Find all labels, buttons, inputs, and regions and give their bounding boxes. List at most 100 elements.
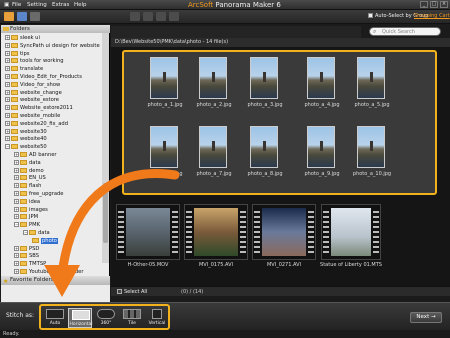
folders-header: Folders (1, 25, 110, 33)
folder-item[interactable]: + Video_for_show (5, 81, 60, 89)
expand-toggle-icon[interactable]: + (5, 120, 10, 126)
folder-item[interactable]: + website_estore (5, 96, 59, 104)
video-thumbnail[interactable] (321, 204, 381, 260)
expand-toggle-icon[interactable]: + (5, 105, 10, 111)
folder-item-label: translate (20, 66, 44, 73)
rotate-left-icon[interactable] (130, 12, 140, 21)
folder-item[interactable]: − website50 (5, 143, 47, 151)
next-button[interactable]: Next → (410, 312, 442, 323)
open-folder-icon[interactable] (17, 12, 27, 21)
expand-toggle-icon[interactable]: + (14, 206, 19, 212)
menu-file[interactable]: File (12, 2, 21, 8)
expand-toggle-icon[interactable]: + (5, 89, 10, 95)
vertical-mode-icon (152, 309, 162, 319)
add-photo-icon[interactable] (4, 12, 14, 21)
stitch-360-button[interactable]: 360° (94, 308, 118, 328)
stitch-tile-button[interactable]: Tile (120, 308, 144, 328)
expand-toggle-icon[interactable]: + (14, 245, 19, 251)
folder-item[interactable]: + Video_Edit_for_Products (5, 73, 82, 81)
expand-toggle-icon[interactable]: + (5, 136, 10, 142)
folder-item[interactable]: + AD banner (14, 151, 57, 159)
search-input[interactable]: ⌕ Quick Search (369, 27, 441, 36)
folder-item[interactable]: + tips (5, 50, 29, 58)
close-button[interactable]: × (440, 1, 448, 8)
stitch-horizontal-button[interactable]: Horizontal (68, 308, 92, 328)
expand-toggle-icon[interactable]: + (14, 159, 19, 165)
photo-thumbnail[interactable] (307, 57, 335, 99)
expand-toggle-icon[interactable]: − (23, 230, 28, 235)
folder-icon (11, 35, 18, 40)
expand-toggle-icon[interactable]: + (14, 191, 19, 196)
expand-toggle-icon[interactable]: + (14, 152, 19, 157)
app-title-text: Panorama Maker 6 (215, 1, 281, 9)
folder-item[interactable]: + SyncPath ui design for website (5, 42, 100, 50)
photo-thumbnail[interactable] (307, 126, 335, 168)
folder-icon (11, 120, 18, 126)
photo-thumbnail[interactable] (150, 57, 178, 99)
delete-icon[interactable] (156, 12, 166, 21)
folder-icon (11, 42, 18, 48)
folder-item[interactable]: + website30 (5, 128, 47, 136)
photo-preview (263, 72, 266, 82)
photo-thumbnail[interactable] (150, 126, 178, 168)
rotate-right-icon[interactable] (143, 12, 153, 21)
expand-toggle-icon[interactable]: + (14, 175, 19, 181)
toolbar: Auto-Select by Group Shopping Cart (0, 10, 450, 24)
video-preview (331, 208, 371, 256)
edit-icon[interactable] (169, 12, 179, 21)
expand-toggle-icon[interactable]: + (14, 198, 19, 204)
photo-preview (370, 141, 373, 151)
photo-thumbnail[interactable] (250, 126, 278, 168)
stitch-auto-button[interactable]: Auto (43, 308, 67, 328)
shopping-cart-link[interactable]: Shopping Cart (414, 13, 450, 19)
expand-toggle-icon[interactable]: + (5, 50, 10, 56)
save-icon[interactable] (30, 12, 40, 21)
maximize-button[interactable]: □ (430, 1, 438, 8)
photo-thumbnail[interactable] (357, 57, 385, 99)
menu-help[interactable]: Help (74, 2, 87, 8)
folder-item[interactable]: + sleek ui (5, 34, 40, 42)
menu-extras[interactable]: Extras (52, 2, 69, 8)
expand-toggle-icon[interactable]: + (5, 97, 10, 103)
expand-toggle-icon[interactable]: + (14, 269, 19, 274)
expand-toggle-icon[interactable]: + (14, 261, 19, 267)
video-thumbnail[interactable] (184, 204, 248, 260)
photo-thumbnail[interactable] (199, 57, 227, 99)
video-thumbnail[interactable] (252, 204, 316, 260)
expand-toggle-icon[interactable]: + (5, 58, 10, 64)
menu-setting[interactable]: Setting (27, 2, 47, 8)
expand-toggle-icon[interactable]: + (5, 42, 10, 48)
photo-preview (212, 141, 215, 151)
film-strip-icon (308, 208, 314, 256)
photo-filename: photo_a_7.jpg (196, 171, 232, 177)
folder-item[interactable]: + website20_fix_add (5, 120, 68, 128)
expand-toggle-icon[interactable]: + (14, 183, 19, 189)
photo-thumbnail[interactable] (250, 57, 278, 99)
photo-thumbnail[interactable] (199, 126, 227, 168)
expand-toggle-icon[interactable]: − (14, 222, 19, 228)
expand-toggle-icon[interactable]: + (14, 167, 19, 173)
expand-toggle-icon[interactable]: − (5, 144, 10, 150)
expand-toggle-icon[interactable]: + (5, 35, 10, 40)
expand-toggle-icon[interactable]: + (5, 81, 10, 87)
film-strip-icon (240, 208, 246, 256)
expand-toggle-icon[interactable]: + (5, 74, 10, 79)
stitch-vertical-button[interactable]: Vertical (145, 308, 169, 328)
expand-toggle-icon[interactable]: + (5, 113, 10, 118)
minimize-button[interactable]: _ (420, 1, 428, 8)
folder-item[interactable]: + website40 (5, 135, 47, 143)
folder-item[interactable]: + tools for working (5, 57, 64, 65)
video-filename: MVI_0271.AVI (266, 262, 302, 268)
expand-toggle-icon[interactable]: + (5, 66, 10, 72)
expand-toggle-icon[interactable]: + (14, 253, 19, 259)
photo-thumbnail[interactable] (357, 126, 385, 168)
stitch-mode-label: Horizontal (69, 322, 93, 327)
folder-item[interactable]: + translate (5, 65, 43, 73)
folder-item[interactable]: + website_mobile (5, 112, 60, 120)
path-bar: D:\Bev\Website50\PMK\data\photo - 14 fil… (111, 38, 450, 47)
folder-item[interactable]: + website_change (5, 89, 62, 97)
expand-toggle-icon[interactable]: + (5, 128, 10, 134)
folder-icon (20, 245, 27, 251)
folder-item[interactable]: + Website_estore2011 (5, 104, 73, 112)
expand-toggle-icon[interactable]: + (14, 214, 19, 220)
